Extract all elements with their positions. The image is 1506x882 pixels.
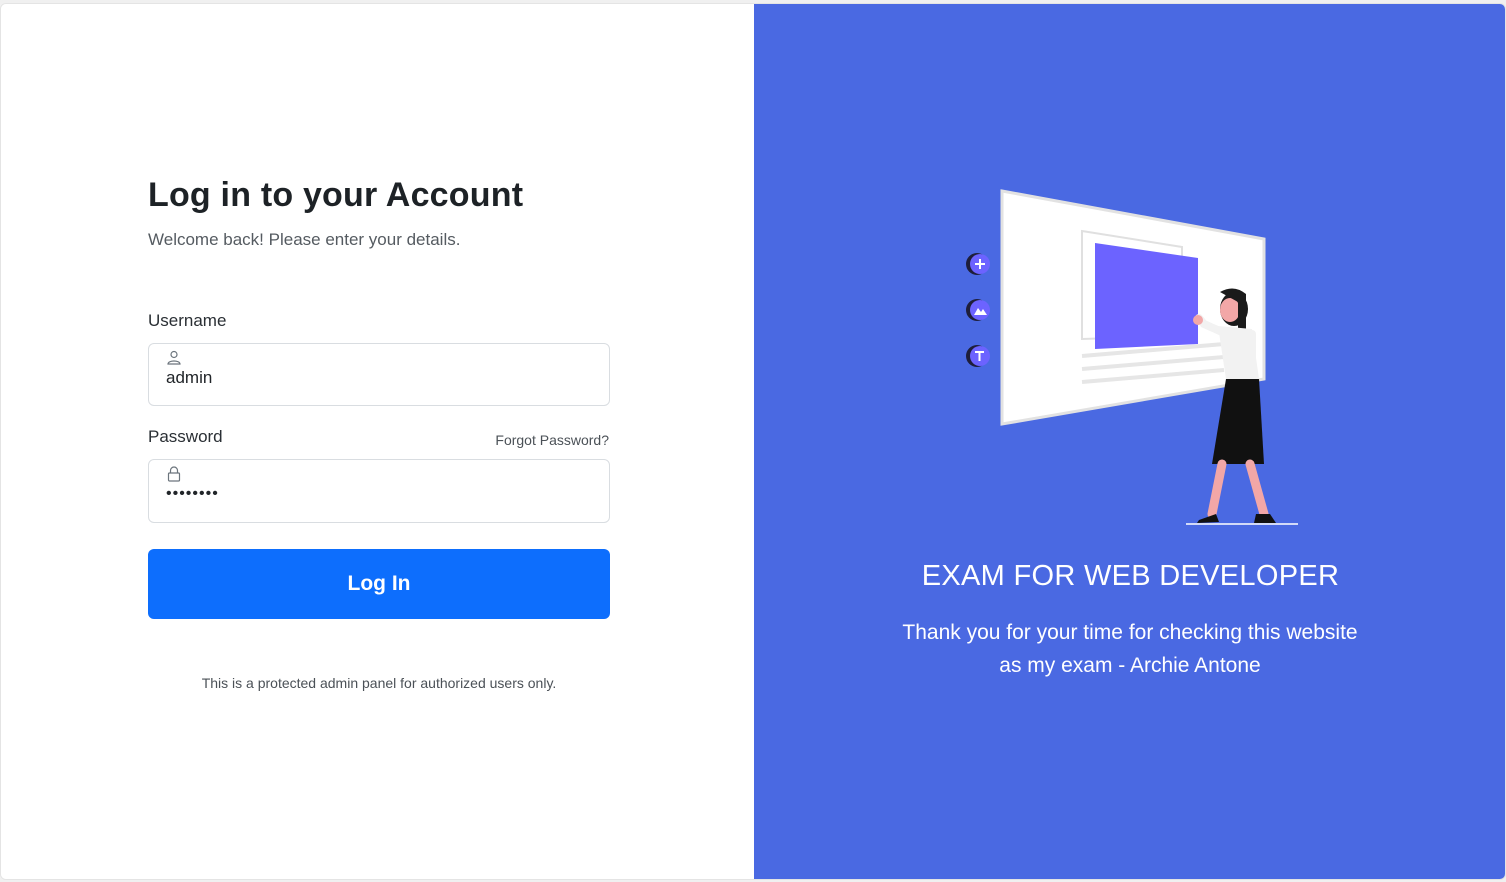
promo-panel: EXAM FOR WEB DEVELOPER Thank you for you… [754,4,1505,879]
promo-description: Thank you for your time for checking thi… [902,621,1358,677]
promo-heading: EXAM FOR WEB DEVELOPER [921,560,1340,592]
password-field[interactable] [148,459,610,523]
password-input[interactable] [166,482,586,506]
page-title: Log in to your Account [148,176,524,214]
lock-icon [167,466,181,482]
user-icon [167,350,181,365]
username-label: Username [148,311,227,330]
image-icon [966,299,990,321]
woman-figure [1186,288,1298,525]
login-page: Log in to your Account Welcome back! Ple… [0,3,1506,880]
protected-notice: This is a protected admin panel for auth… [201,675,557,691]
password-label: Password [148,427,223,446]
add-icon [966,253,990,275]
presentation-illustration [966,189,1298,525]
text-icon [966,345,990,367]
login-panel: Log in to your Account Welcome back! Ple… [1,4,754,879]
page-subtitle: Welcome back! Please enter your details. [148,230,461,249]
forgot-password-link[interactable]: Forgot Password? [495,432,609,448]
username-input[interactable] [166,366,586,390]
login-button[interactable]: Log In [148,549,610,619]
username-field[interactable] [148,343,610,406]
